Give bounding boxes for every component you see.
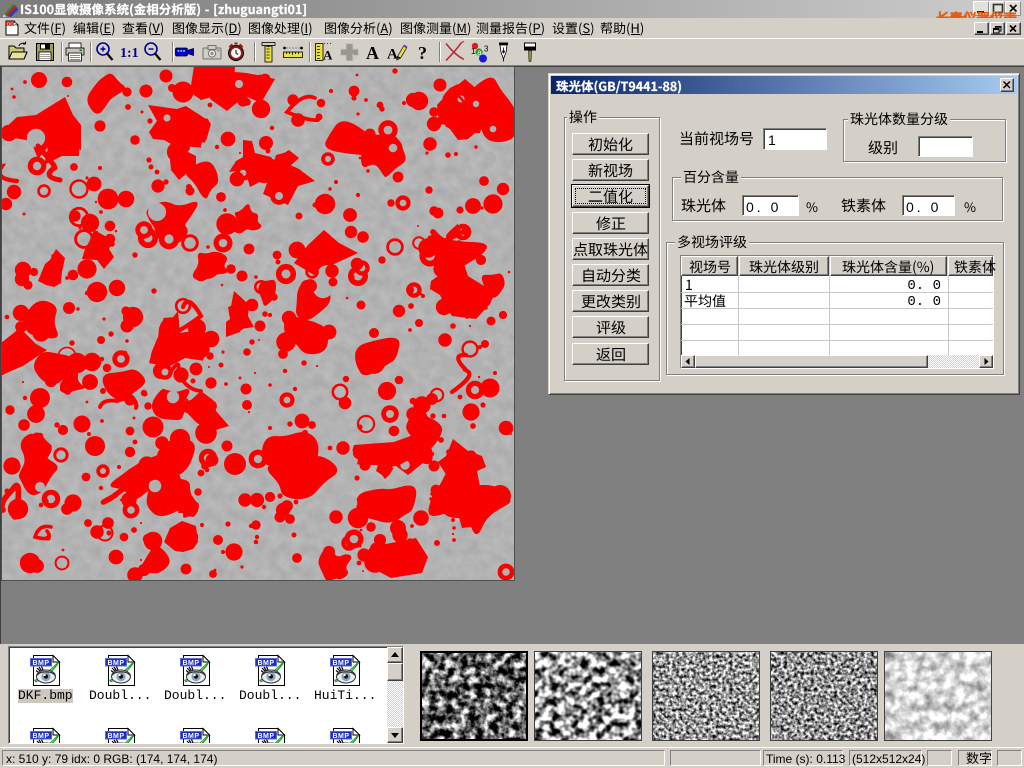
- svg-text:?: ?: [418, 43, 427, 63]
- svg-text:3: 3: [484, 45, 489, 54]
- svg-text:BMP: BMP: [183, 733, 200, 740]
- svg-text:BMP: BMP: [333, 660, 350, 667]
- svg-text:a: a: [477, 48, 482, 57]
- svg-text:BMP: BMP: [33, 660, 50, 667]
- svg-text:BMP: BMP: [258, 660, 275, 667]
- svg-text:BMP: BMP: [108, 733, 125, 740]
- svg-text:BMP: BMP: [183, 660, 200, 667]
- svg-text:BMP: BMP: [258, 733, 275, 740]
- svg-text:DOC: DOC: [7, 21, 18, 26]
- svg-text:BMP: BMP: [333, 733, 350, 740]
- svg-text:A: A: [387, 47, 398, 63]
- svg-text:A: A: [366, 43, 379, 63]
- svg-text:BMP: BMP: [108, 660, 125, 667]
- svg-text:BMP: BMP: [33, 733, 50, 740]
- svg-text:A: A: [323, 48, 333, 63]
- svg-text:1:1: 1:1: [120, 46, 139, 61]
- svg-text:1: 1: [471, 47, 476, 56]
